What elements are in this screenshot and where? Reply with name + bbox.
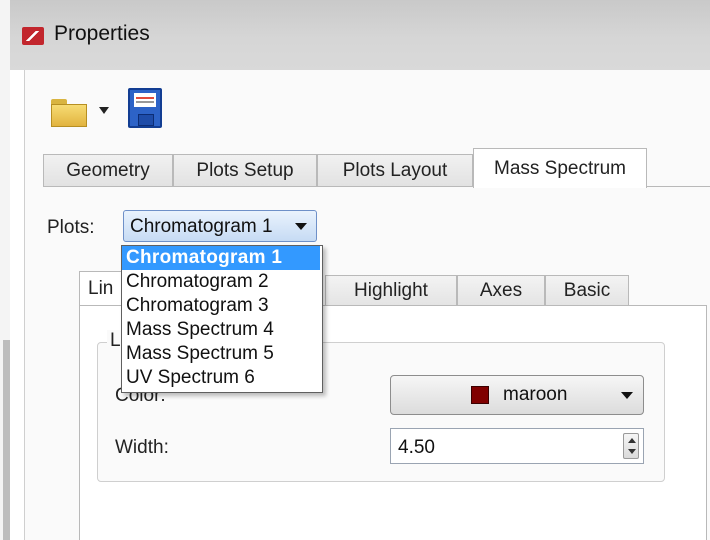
width-spinbox[interactable]: 4.50	[390, 428, 644, 464]
dropdown-option-chromatogram-3[interactable]: Chromatogram 3	[122, 294, 320, 318]
subtab-highlight[interactable]: Highlight	[325, 275, 457, 305]
dialog-content: Geometry Plots Setup Plots Layout Mass S…	[24, 70, 710, 540]
subtab-axes[interactable]: Axes	[457, 275, 545, 305]
plots-label: Plots:	[47, 217, 95, 238]
window-left-edge	[0, 0, 10, 540]
plots-select[interactable]: Chromatogram 1	[123, 210, 317, 242]
spin-buttons[interactable]	[623, 433, 639, 459]
tab-plots-layout[interactable]: Plots Layout	[317, 154, 473, 186]
folder-dropdown-arrow-icon[interactable]	[99, 107, 109, 114]
color-swatch	[471, 386, 489, 404]
app-logo-icon	[22, 27, 44, 45]
dropdown-option-chromatogram-1[interactable]: Chromatogram 1	[122, 246, 320, 270]
tab-geometry[interactable]: Geometry	[43, 154, 173, 186]
properties-window: Properties Geometry Plots Setup Plots La…	[0, 0, 710, 540]
arrow-down-icon[interactable]	[628, 449, 636, 454]
subtab-basic[interactable]: Basic	[545, 275, 629, 305]
chevron-down-icon	[621, 392, 633, 399]
color-value: maroon	[503, 384, 568, 405]
tab-mass-spectrum[interactable]: Mass Spectrum	[473, 148, 647, 188]
dropdown-option-mass-spectrum-4[interactable]: Mass Spectrum 4	[122, 318, 320, 342]
dropdown-option-mass-spectrum-5[interactable]: Mass Spectrum 5	[122, 342, 320, 366]
title-bar: Properties	[10, 0, 710, 70]
floppy-disk-icon[interactable]	[128, 88, 162, 128]
plots-dropdown-list: Chromatogram 1 Chromatogram 2 Chromatogr…	[121, 245, 323, 393]
folder-icon[interactable]	[51, 99, 87, 127]
color-picker-button[interactable]: maroon	[390, 375, 644, 415]
window-title: Properties	[54, 22, 150, 45]
dropdown-option-chromatogram-2[interactable]: Chromatogram 2	[122, 270, 320, 294]
width-value: 4.50	[398, 437, 435, 458]
dropdown-option-uv-spectrum-6[interactable]: UV Spectrum 6	[122, 366, 320, 390]
plots-select-value: Chromatogram 1	[130, 216, 273, 237]
chevron-down-icon	[295, 223, 307, 230]
left-edge-shadow	[3, 340, 10, 540]
width-label: Width:	[115, 437, 169, 458]
tab-plots-setup[interactable]: Plots Setup	[173, 154, 317, 186]
arrow-up-icon[interactable]	[628, 438, 636, 443]
